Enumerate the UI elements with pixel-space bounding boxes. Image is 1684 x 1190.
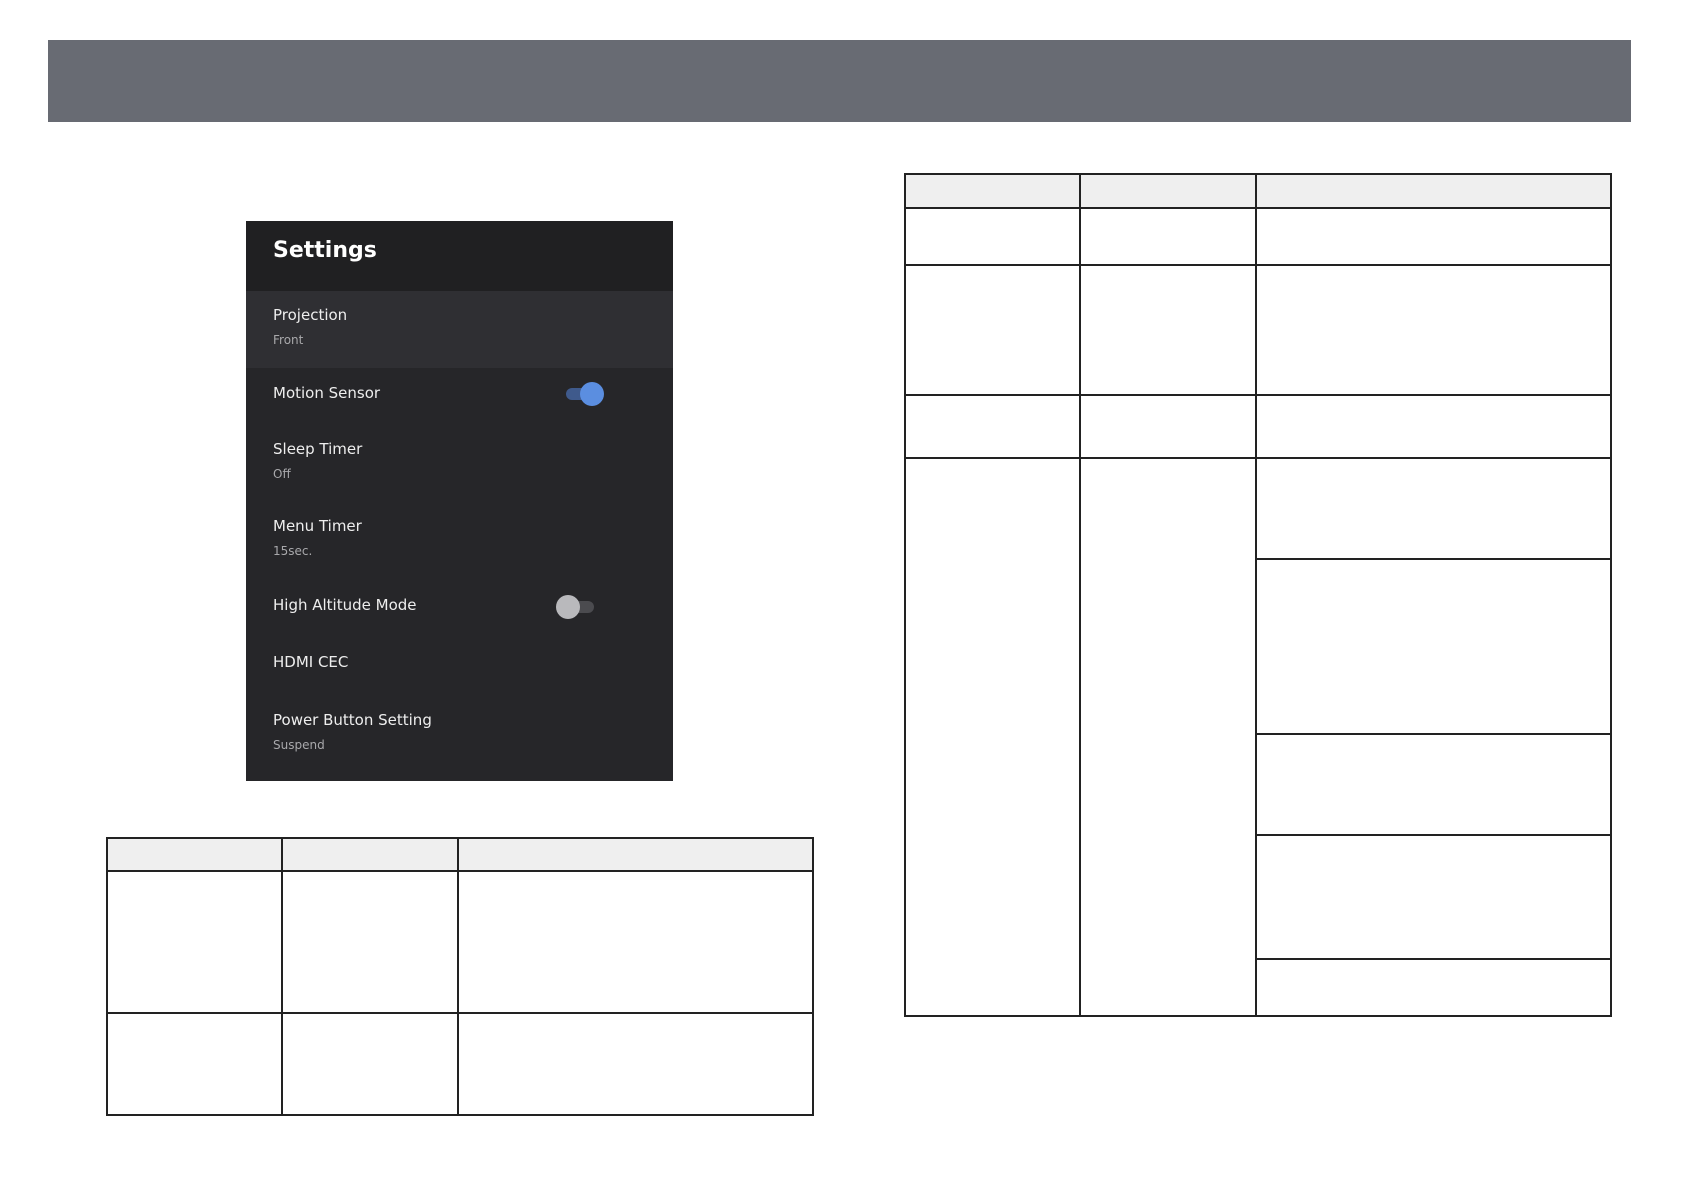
table-cell: [1255, 733, 1612, 836]
settings-table-right: [904, 173, 1612, 1017]
table-cell: [904, 207, 1081, 266]
table-header-cell: [281, 837, 459, 872]
high-altitude-toggle[interactable]: [556, 595, 596, 619]
table-header-row: [106, 837, 814, 872]
setting-value: Front: [273, 333, 304, 347]
settings-panel: Settings Projection Front Motion Sensor …: [246, 221, 673, 781]
setting-value: Suspend: [273, 738, 325, 752]
toggle-knob: [580, 382, 604, 406]
table-cell: [457, 1012, 814, 1116]
setting-power-button[interactable]: Power Button Setting Suspend: [246, 693, 673, 781]
settings-title-bar: Settings: [246, 221, 673, 291]
settings-table-left: [106, 837, 814, 1116]
motion-sensor-toggle[interactable]: [564, 382, 604, 406]
table-cell: [1079, 457, 1257, 1017]
table-row: [904, 457, 1612, 1017]
table-header-cell: [106, 837, 283, 872]
setting-menu-timer[interactable]: Menu Timer 15sec.: [246, 502, 673, 579]
settings-title: Settings: [273, 238, 377, 263]
table-header-cell: [1079, 173, 1257, 209]
table-row: [106, 1012, 814, 1116]
table-header-cell: [904, 173, 1081, 209]
table-header-cell: [1255, 173, 1612, 209]
table-cell: [106, 870, 283, 1014]
table-cell: [106, 1012, 283, 1116]
setting-label: High Altitude Mode: [273, 596, 417, 614]
setting-high-altitude-mode[interactable]: High Altitude Mode: [246, 579, 673, 636]
table-row: [904, 394, 1612, 459]
table-cell: [1255, 207, 1612, 266]
page-header-bar: [48, 40, 1631, 122]
table-header-row: [904, 173, 1612, 209]
table-cell: [1255, 834, 1612, 960]
table-cell: [1255, 558, 1612, 735]
table-cell: [1255, 394, 1612, 459]
setting-label: Projection: [273, 306, 348, 324]
setting-motion-sensor[interactable]: Motion Sensor: [246, 368, 673, 425]
setting-hdmi-cec[interactable]: HDMI CEC: [246, 636, 673, 693]
table-cell: [904, 457, 1081, 1017]
setting-label: Power Button Setting: [273, 711, 432, 729]
setting-label: HDMI CEC: [273, 653, 349, 671]
table-header-cell: [457, 837, 814, 872]
table-cell: [1079, 264, 1257, 396]
setting-label: Motion Sensor: [273, 384, 381, 402]
table-cell: [1255, 457, 1612, 560]
setting-projection[interactable]: Projection Front: [246, 291, 673, 368]
setting-label: Sleep Timer: [273, 440, 363, 458]
setting-sleep-timer[interactable]: Sleep Timer Off: [246, 425, 673, 502]
table-cell: [457, 870, 814, 1014]
table-cell: [1079, 394, 1257, 459]
table-row: [106, 870, 814, 1014]
setting-value: 15sec.: [273, 544, 313, 558]
table-cell: [904, 394, 1081, 459]
table-row: [904, 264, 1612, 396]
table-cell: [1255, 958, 1612, 1017]
table-row: [904, 207, 1612, 266]
table-cell: [281, 870, 459, 1014]
table-cell: [1079, 207, 1257, 266]
setting-value: Off: [273, 467, 291, 481]
table-cell: [281, 1012, 459, 1116]
table-cell: [1255, 264, 1612, 396]
table-cell: [904, 264, 1081, 396]
setting-label: Menu Timer: [273, 517, 362, 535]
toggle-knob: [556, 595, 580, 619]
